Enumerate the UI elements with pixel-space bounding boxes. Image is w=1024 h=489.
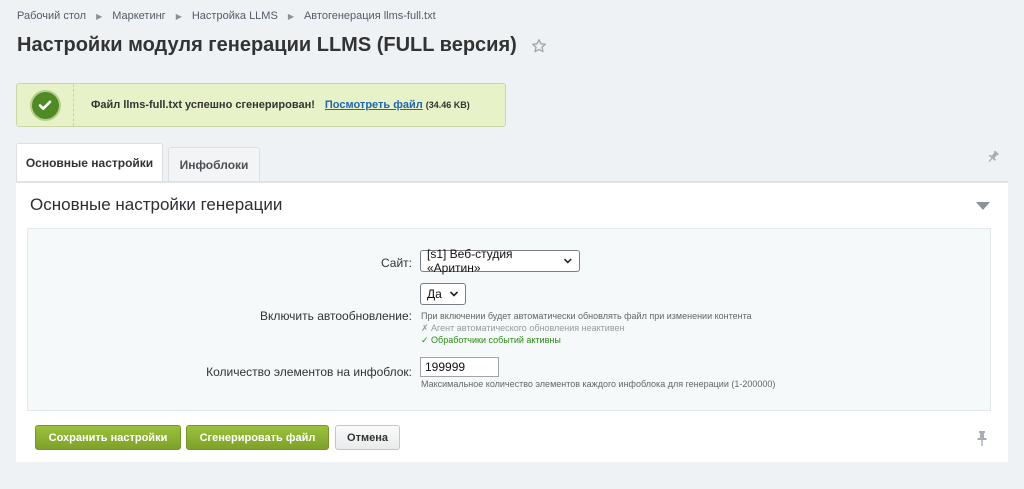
autoupdate-select[interactable]: Да (420, 283, 466, 305)
star-icon[interactable] (531, 38, 547, 54)
form-area: Сайт: [s1] Веб-студия «Аритин» Включить … (27, 228, 991, 411)
tab-main-settings[interactable]: Основные настройки (16, 143, 163, 182)
settings-panel: Основные настройки генерации Сайт: [s1] … (16, 181, 1008, 462)
chevron-right-icon: ▶ (175, 11, 182, 21)
file-size: (34.46 KB) (425, 100, 470, 110)
section-title: Основные настройки генерации (30, 195, 283, 214)
breadcrumb-item-autogeneration[interactable]: Автогенерация llms-full.txt (304, 10, 436, 22)
pin-icon[interactable] (986, 150, 1000, 164)
breadcrumb: Рабочий стол ▶ Маркетинг ▶ Настройка LLM… (17, 10, 436, 22)
site-label: Сайт: (380, 256, 412, 270)
cancel-button[interactable]: Отмена (335, 425, 400, 450)
handlers-status: ✓ Обработчики событий активны (421, 335, 561, 345)
autoupdate-hint: При включении будет автоматически обновл… (421, 311, 752, 321)
count-label: Количество элементов на инфоблок: (206, 365, 412, 379)
pin-icon[interactable] (976, 431, 988, 446)
success-notice: Файл llms-full.txt успешно сгенерирован!… (16, 83, 506, 127)
breadcrumb-item-llms-settings[interactable]: Настройка LLMS (192, 10, 278, 22)
save-settings-button[interactable]: Сохранить настройки (35, 425, 181, 450)
agent-status: ✗ Агент автоматического обновления неакт… (421, 323, 625, 333)
page-title: Настройки модуля генерации LLMS (FULL ве… (17, 34, 517, 56)
count-hint: Максимальное количество элементов каждог… (421, 379, 776, 389)
tab-infoblocks[interactable]: Инфоблоки (168, 147, 260, 181)
notice-icon-wrap (17, 84, 74, 126)
checkmark-icon (31, 91, 59, 119)
collapse-arrow-icon[interactable] (976, 202, 990, 210)
select-chevron-icon (564, 258, 573, 264)
breadcrumb-item-desktop[interactable]: Рабочий стол (17, 10, 86, 22)
view-file-link[interactable]: Посмотреть файл (325, 99, 423, 111)
notice-message: Файл llms-full.txt успешно сгенерирован! (91, 99, 315, 111)
count-input[interactable] (420, 357, 499, 377)
page-title-row: Настройки модуля генерации LLMS (FULL ве… (17, 34, 547, 57)
site-select-value: [s1] Веб-студия «Аритин» (427, 247, 513, 275)
select-chevron-icon (449, 291, 459, 297)
chevron-right-icon: ▶ (287, 11, 294, 21)
autoupdate-label: Включить автообновление: (260, 309, 412, 323)
site-select[interactable]: [s1] Веб-студия «Аритин» (420, 247, 580, 275)
breadcrumb-item-marketing[interactable]: Маркетинг (112, 10, 165, 22)
chevron-right-icon: ▶ (96, 11, 103, 21)
generate-file-button[interactable]: Сгенерировать файл (186, 425, 329, 450)
autoupdate-select-value: Да (427, 287, 442, 301)
